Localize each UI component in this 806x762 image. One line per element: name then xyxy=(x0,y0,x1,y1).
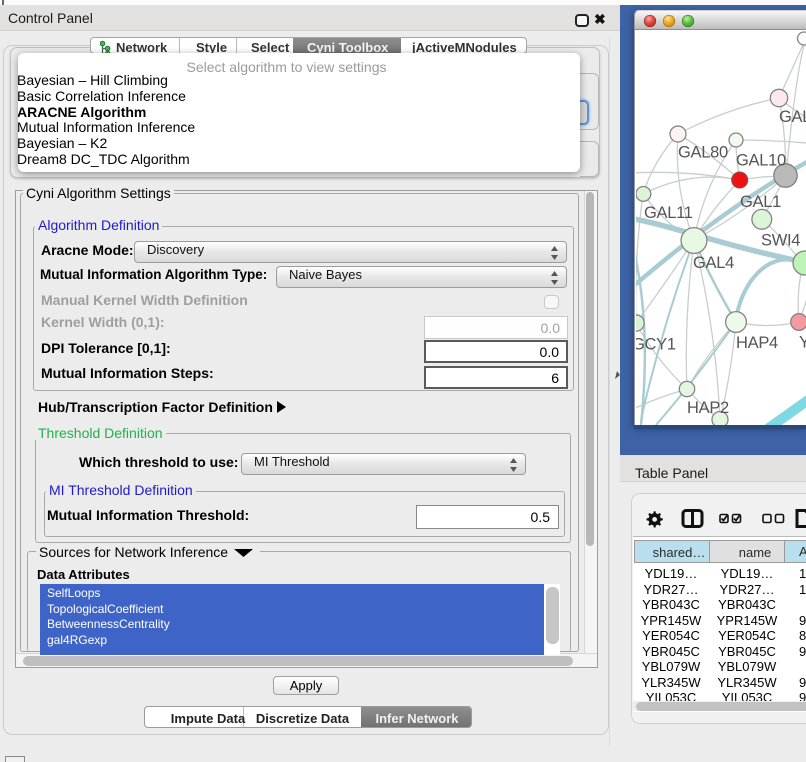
svg-text:GAL10: GAL10 xyxy=(736,152,786,170)
svg-text:GAL1: GAL1 xyxy=(740,193,781,211)
svg-text:HAP2: HAP2 xyxy=(687,399,729,417)
svg-text:GCY1: GCY1 xyxy=(636,336,676,354)
svg-text:GAL80: GAL80 xyxy=(678,144,728,162)
svg-text:YM: YM xyxy=(799,334,806,352)
svg-text:GAL7: GAL7 xyxy=(779,108,806,126)
svg-text:GAL4: GAL4 xyxy=(693,254,734,272)
svg-text:GAL11: GAL11 xyxy=(644,204,693,222)
svg-text:SWI4: SWI4 xyxy=(761,232,800,250)
svg-text:HAP4: HAP4 xyxy=(736,334,778,352)
